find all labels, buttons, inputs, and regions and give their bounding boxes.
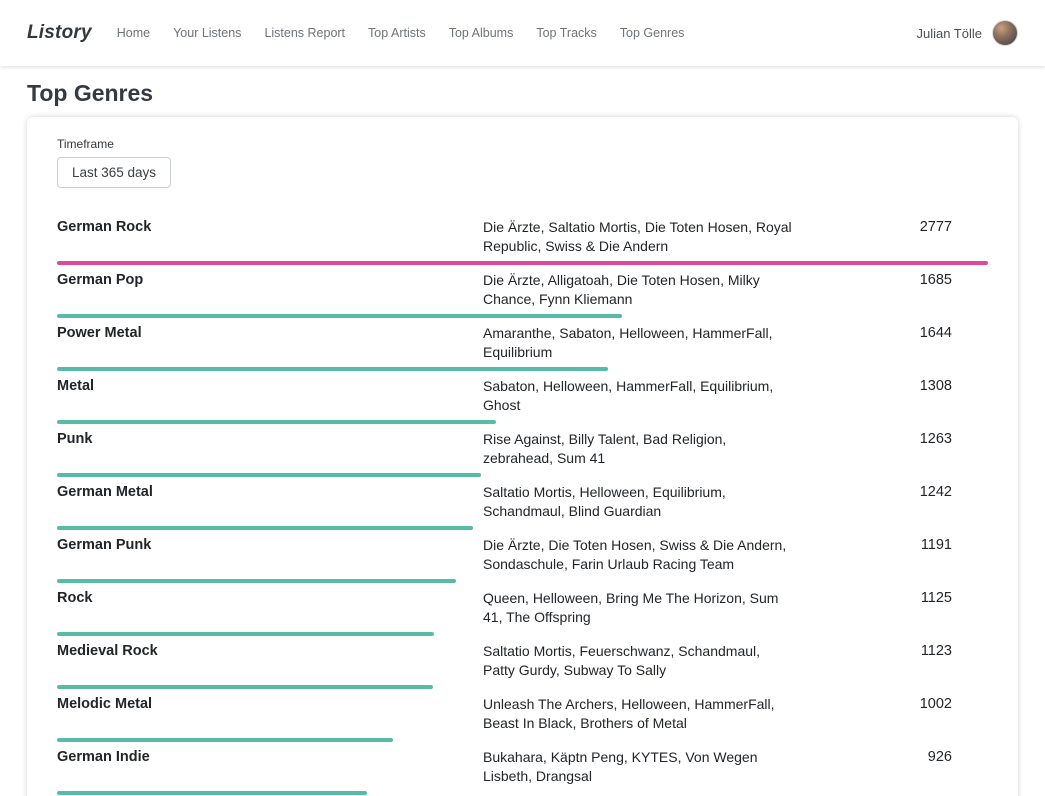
genre-top-artists: Rise Against, Billy Talent, Bad Religion…	[483, 430, 793, 468]
timeframe-label: Timeframe	[57, 137, 988, 151]
genre-top-artists: Unleash The Archers, Helloween, HammerFa…	[483, 695, 793, 733]
genre-name: Rock	[57, 589, 483, 608]
genre-top-artists: Die Ärzte, Alligatoah, Die Toten Hosen, …	[483, 271, 793, 309]
genre-row: Power MetalAmaranthe, Sabaton, Helloween…	[57, 318, 988, 371]
genre-count: 926	[793, 748, 988, 767]
timeframe-select[interactable]: Last 365 days	[57, 157, 171, 188]
genre-count: 1002	[793, 695, 988, 714]
user-name[interactable]: Julian Tölle	[916, 26, 982, 41]
nav-item-home[interactable]: Home	[117, 26, 150, 40]
nav-item-top-genres[interactable]: Top Genres	[620, 26, 685, 40]
genre-name: German Indie	[57, 748, 483, 767]
top-navbar: Listory Home Your Listens Listens Report To…	[0, 0, 1045, 66]
genre-row: RockQueen, Helloween, Bring Me The Horiz…	[57, 583, 988, 636]
genre-row: German IndieBukahara, Käptn Peng, KYTES,…	[57, 742, 988, 795]
genre-name: Medieval Rock	[57, 642, 483, 661]
genre-name: German Rock	[57, 218, 483, 237]
genre-row: German MetalSaltatio Mortis, Helloween, …	[57, 477, 988, 530]
genre-name: German Metal	[57, 483, 483, 502]
nav-item-top-albums[interactable]: Top Albums	[449, 26, 514, 40]
genre-count: 1125	[793, 589, 988, 608]
nav-item-your-listens[interactable]: Your Listens	[173, 26, 241, 40]
genre-name: Punk	[57, 430, 483, 449]
genre-row: German PopDie Ärzte, Alligatoah, Die Tot…	[57, 265, 988, 318]
genre-row: MetalSabaton, Helloween, HammerFall, Equ…	[57, 371, 988, 424]
user-menu[interactable]: Julian Tölle	[916, 20, 1018, 46]
genre-name: Power Metal	[57, 324, 483, 343]
nav-item-top-tracks[interactable]: Top Tracks	[536, 26, 596, 40]
genre-row: Melodic MetalUnleash The Archers, Hellow…	[57, 689, 988, 742]
nav-item-listens-report[interactable]: Listens Report	[264, 26, 345, 40]
genre-top-artists: Queen, Helloween, Bring Me The Horizon, …	[483, 589, 793, 627]
nav-links: Home Your Listens Listens Report Top Artist…	[117, 26, 708, 40]
genre-count: 1685	[793, 271, 988, 290]
genre-count: 1242	[793, 483, 988, 502]
genre-name: Melodic Metal	[57, 695, 483, 714]
genre-bar	[57, 791, 367, 795]
genre-count: 1191	[793, 536, 988, 555]
nav-item-top-artists[interactable]: Top Artists	[368, 26, 426, 40]
genre-count: 1263	[793, 430, 988, 449]
page-title: Top Genres	[27, 80, 1018, 107]
genre-count: 1308	[793, 377, 988, 396]
genre-top-artists: Bukahara, Käptn Peng, KYTES, Von Wegen L…	[483, 748, 793, 786]
genre-top-artists: Die Ärzte, Saltatio Mortis, Die Toten Ho…	[483, 218, 793, 256]
genre-row: German PunkDie Ärzte, Die Toten Hosen, S…	[57, 530, 988, 583]
user-avatar[interactable]	[992, 20, 1018, 46]
genre-name: German Pop	[57, 271, 483, 290]
genre-name: German Punk	[57, 536, 483, 555]
genre-count: 1123	[793, 642, 988, 661]
genre-row: PunkRise Against, Billy Talent, Bad Reli…	[57, 424, 988, 477]
genre-top-artists: Saltatio Mortis, Helloween, Equilibrium,…	[483, 483, 793, 521]
genre-count: 2777	[793, 218, 988, 237]
genre-top-artists: Sabaton, Helloween, HammerFall, Equilibr…	[483, 377, 793, 415]
genre-table-body: German RockDie Ärzte, Saltatio Mortis, D…	[57, 212, 988, 795]
genre-row: German RockDie Ärzte, Saltatio Mortis, D…	[57, 212, 988, 265]
genre-count: 1644	[793, 324, 988, 343]
genre-row: Medieval RockSaltatio Mortis, Feuerschwa…	[57, 636, 988, 689]
brand-logo[interactable]: Listory	[27, 22, 92, 44]
genre-name: Metal	[57, 377, 483, 396]
top-genres-card: Timeframe Last 365 days German RockDie Ä…	[27, 117, 1018, 796]
genre-top-artists: Die Ärzte, Die Toten Hosen, Swiss & Die …	[483, 536, 793, 574]
genre-top-artists: Saltatio Mortis, Feuerschwanz, Schandmau…	[483, 642, 793, 680]
genre-top-artists: Amaranthe, Sabaton, Helloween, HammerFal…	[483, 324, 793, 362]
